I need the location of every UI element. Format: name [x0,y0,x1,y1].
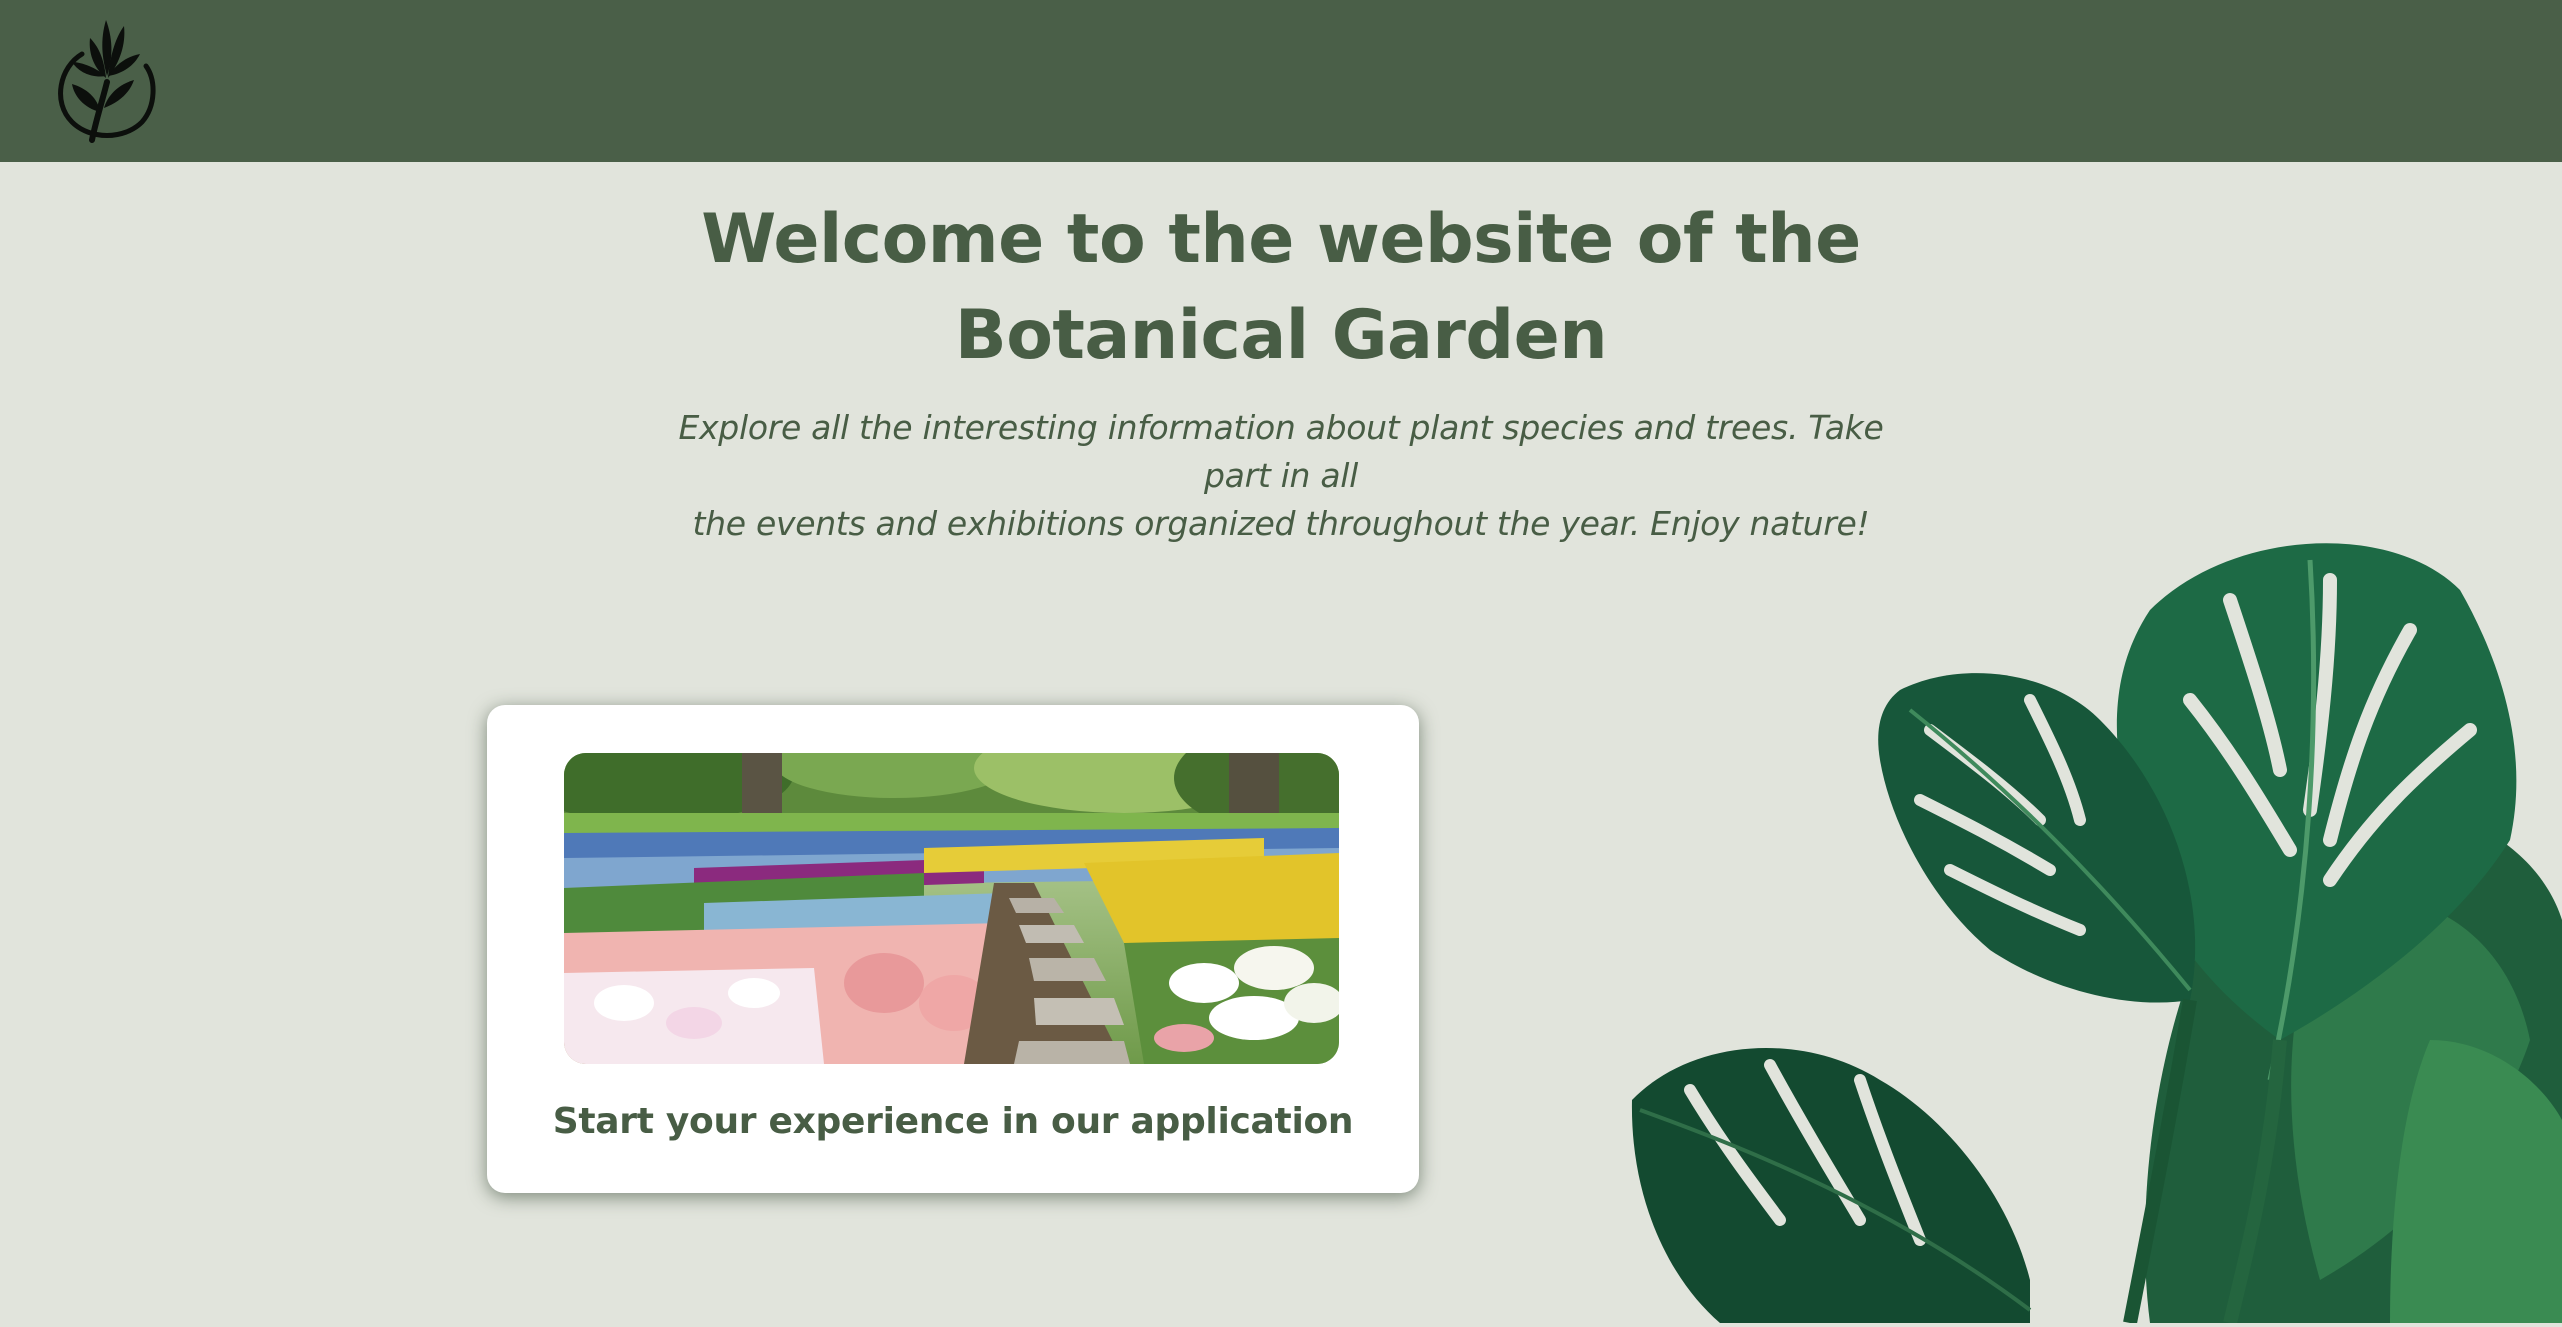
top-navigation-bar [0,0,2562,162]
monstera-leaves-image [1630,520,2562,1325]
page-title-line-2: Botanical Garden [954,296,1608,375]
page-title: Welcome to the website of the Botanical … [681,192,1881,384]
page-subtitle-line-1: Explore all the interesting information … [678,408,1884,495]
garden-flower-path-image[interactable] [564,753,1339,1064]
start-experience-label[interactable]: Start your experience in our application [487,1098,1419,1146]
lily-flower-logo-icon[interactable] [52,12,158,144]
page-title-line-1: Welcome to the website of the [701,200,1861,279]
start-application-card[interactable]: Start your experience in our application [487,705,1419,1193]
